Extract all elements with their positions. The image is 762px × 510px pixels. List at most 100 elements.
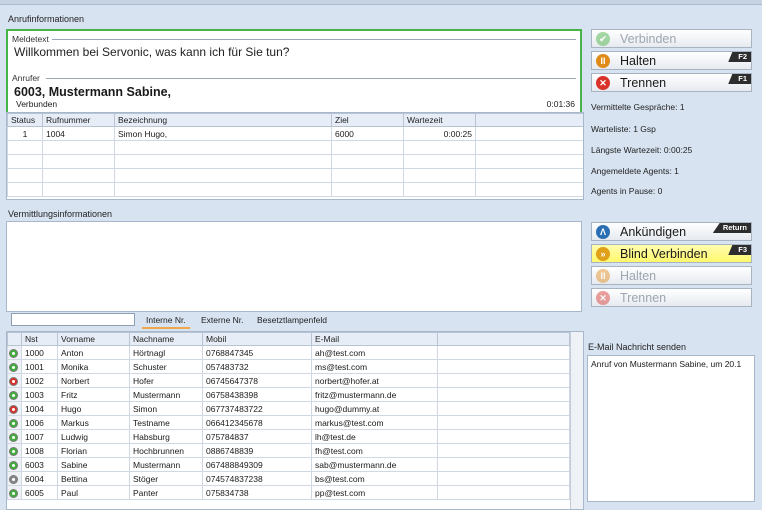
directory-cell-filler [437, 373, 570, 388]
directory-row[interactable]: 6005 Paul Panter 075834738 pp@test.com [7, 485, 570, 500]
queue-row[interactable] [7, 182, 583, 197]
directory-cell-mobile: 075784837 [202, 429, 312, 444]
directory-row[interactable]: 6004 Bettina Stöger 074574837238 bs@test.com [7, 471, 570, 486]
directory-wrap: Nst Vorname Nachname Mobil E-Mail 1000 Anton H… [6, 331, 584, 510]
directory-row[interactable]: 1006 Markus Testname 066412345678 markus@tes… [7, 415, 570, 430]
directory-row[interactable]: 1008 Florian Hochbrunnen 0886748839 fh@test.… [7, 443, 570, 458]
directory-cell-first: Florian [57, 443, 130, 458]
presence-cell [7, 345, 22, 360]
top-strip [0, 0, 762, 5]
queue-cell [7, 154, 43, 169]
directory-row[interactable]: 1002 Norbert Hofer 06745647378 norbert@hofer… [7, 373, 570, 388]
search-input[interactable] [11, 313, 135, 326]
call-action-button-1[interactable]: II Halten F2 [591, 51, 752, 70]
queue-row[interactable] [7, 154, 583, 169]
directory-row[interactable]: 1001 Monika Schuster 057483732 ms@test.com [7, 359, 570, 374]
queue-cell [403, 168, 476, 183]
dir-col-2[interactable]: Nachname [129, 332, 203, 346]
queue-cell: 6000 [331, 126, 404, 141]
tab-internal[interactable]: Interne Nr. [142, 314, 190, 329]
queue-col-1[interactable]: Rufnummer [42, 113, 115, 127]
presence-cell [7, 485, 22, 500]
presence-cell [7, 471, 22, 486]
directory-cell-filler [437, 457, 570, 472]
directory-cell-mobile: 075834738 [202, 485, 312, 500]
call-action-button-2[interactable]: ✕ Trennen F1 [591, 73, 752, 92]
queue-cell [114, 154, 332, 169]
transfer-action-button-3[interactable]: ✕ Trennen [591, 288, 752, 307]
presence-cell [7, 415, 22, 430]
directory-row[interactable]: 1000 Anton Hörtnagl 0768847345 ah@test.com [7, 345, 570, 360]
directory-cell-email: sab@mustermann.de [311, 457, 438, 472]
queue-row[interactable]: 1 1004 Simon Hugo, 6000 0:00:25 [7, 126, 583, 141]
presence-cell [7, 401, 22, 416]
caller-divider [46, 78, 576, 79]
directory-cell-first: Fritz [57, 387, 130, 402]
shortcut-key-badge: F3 [728, 245, 751, 255]
presence-green-icon [9, 432, 18, 442]
directory-cell-email: pp@test.com [311, 485, 438, 500]
directory-cell-nst: 1001 [21, 359, 58, 374]
tab-busy-lamp[interactable]: Besetztlampenfeld [253, 314, 331, 327]
stat-forwarded: Vermittelte Gespräche: 1 [591, 102, 685, 112]
queue-cell [331, 140, 404, 155]
shortcut-key-badge: Return [712, 223, 751, 233]
directory-row[interactable]: 1003 Fritz Mustermann 06758438398 fritz@must… [7, 387, 570, 402]
directory-row[interactable]: 1007 Ludwig Habsburg 075784837 lh@test.de [7, 429, 570, 444]
queue-cell [42, 140, 115, 155]
message-label: Meldetext [12, 34, 49, 44]
queue-table: Status Rufnummer Bezeichnung Ziel Wartezeit … [7, 113, 583, 197]
queue-col-2[interactable]: Bezeichnung [114, 113, 332, 127]
queue-cell [475, 154, 583, 169]
presence-green-icon [9, 362, 18, 372]
directory-row[interactable]: 6003 Sabine Mustermann 067488849309 sab@must… [7, 457, 570, 472]
dir-col-filler [437, 332, 570, 346]
directory-cell-mobile: 067488849309 [202, 457, 312, 472]
presence-green-icon [9, 390, 18, 400]
directory-cell-last: Mustermann [129, 457, 203, 472]
directory-cell-first: Ludwig [57, 429, 130, 444]
caller-info-box: Meldetext Willkommen bei Servonic, was k… [6, 29, 582, 114]
transfer-action-button-0[interactable]: Λ Ankündigen Return [591, 222, 752, 241]
directory-cell-last: Stöger [129, 471, 203, 486]
queue-col-4[interactable]: Wartezeit [403, 113, 476, 127]
directory-cell-last: Mustermann [129, 387, 203, 402]
dir-col-0[interactable]: Nst [21, 332, 58, 346]
call-action-button-0[interactable]: ✔ Verbinden [591, 29, 752, 48]
directory-cell-filler [437, 415, 570, 430]
dir-col-1[interactable]: Vorname [57, 332, 130, 346]
queue-cell: 1 [7, 126, 43, 141]
dir-col-status [7, 332, 22, 346]
presence-cell [7, 359, 22, 374]
queue-cell [475, 140, 583, 155]
queue-cell [7, 168, 43, 183]
announce-icon: Λ [596, 225, 610, 239]
directory-scrollbar[interactable] [570, 332, 583, 509]
call-action-button-label: Halten [620, 54, 657, 68]
queue-cell [403, 182, 476, 197]
queue-col-0[interactable]: Status [7, 113, 43, 127]
queue-row[interactable] [7, 168, 583, 183]
caller-name: 6003, Mustermann Sabine, [14, 85, 172, 99]
dir-col-3[interactable]: Mobil [202, 332, 312, 346]
dir-col-4[interactable]: E-Mail [311, 332, 438, 346]
queue-row[interactable] [7, 140, 583, 155]
queue-cell [114, 182, 332, 197]
email-body-area[interactable]: Anruf von Mustermann Sabine, um 20.1 [587, 355, 755, 502]
call-duration: 0:01:36 [546, 99, 575, 109]
queue-col-3[interactable]: Ziel [331, 113, 404, 127]
transfer-action-button-1[interactable]: » Blind Verbinden F3 [591, 244, 752, 263]
directory-row[interactable]: 1004 Hugo Simon 067737483722 hugo@dummy.at [7, 401, 570, 416]
directory-cell-nst: 6003 [21, 457, 58, 472]
directory-cell-filler [437, 359, 570, 374]
directory-cell-last: Hörtnagl [129, 345, 203, 360]
transfer-action-button-2[interactable]: II Halten [591, 266, 752, 285]
directory-cell-nst: 6004 [21, 471, 58, 486]
directory-cell-mobile: 057483732 [202, 359, 312, 374]
presence-cell [7, 429, 22, 444]
tab-external[interactable]: Externe Nr. [197, 314, 248, 327]
directory-cell-filler [437, 471, 570, 486]
directory-cell-first: Bettina [57, 471, 130, 486]
stat-longest-wait: Längste Wartezeit: 0:00:25 [591, 145, 693, 155]
queue-col-filler [475, 113, 583, 127]
